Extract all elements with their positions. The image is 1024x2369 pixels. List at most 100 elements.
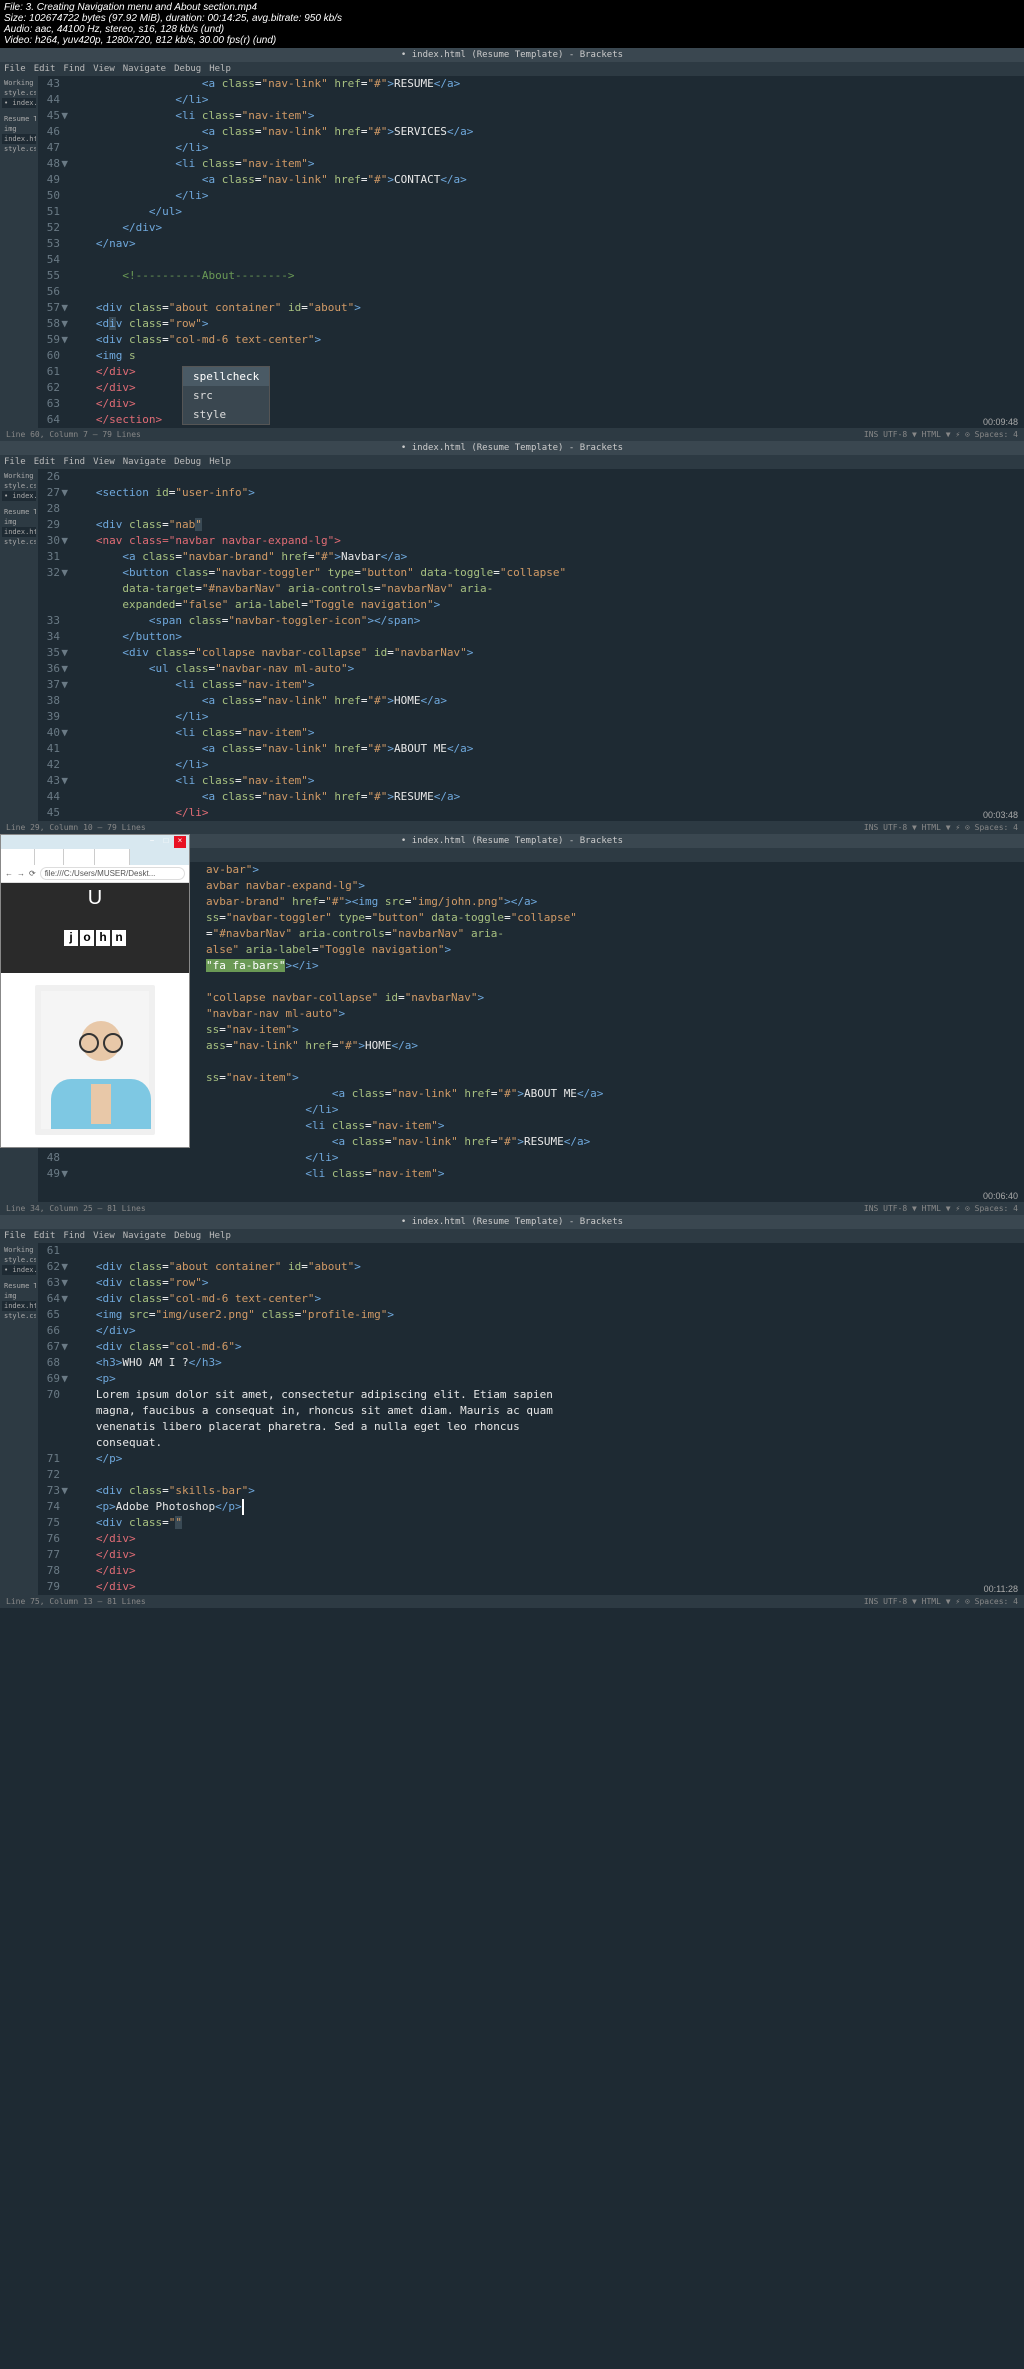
url-input[interactable]: file:///C:/Users/MUSER/Deskt...: [40, 867, 185, 880]
status-right[interactable]: INS UTF-8 ▼ HTML ▼ ⚡ ⊙ Spaces: 4: [864, 823, 1018, 832]
sidebar-pitem[interactable]: index.html: [2, 1301, 36, 1311]
menu-view[interactable]: View: [93, 457, 115, 467]
mediainfo-audio: Audio: aac, 44100 Hz, stereo, s16, 128 k…: [4, 24, 1020, 35]
menu-debug[interactable]: Debug: [174, 1231, 201, 1241]
menu-debug[interactable]: Debug: [174, 457, 201, 467]
sidebar-pitem[interactable]: img: [2, 124, 36, 134]
menu-view[interactable]: View: [93, 64, 115, 74]
titlebar: • index.html (Resume Template) - Bracket…: [0, 441, 1024, 455]
sidebar-project[interactable]: Resume Templa: [2, 507, 36, 517]
code-editor[interactable]: av-bar">avbar navbar-expand-lg">avbar-br…: [76, 862, 1024, 1202]
menu-edit[interactable]: Edit: [34, 457, 56, 467]
mediainfo-header: File: 3. Creating Navigation menu and Ab…: [0, 0, 1024, 48]
browser-tab[interactable]: Boot: [35, 849, 64, 865]
browser-titlebar[interactable]: − □ ×: [1, 835, 189, 849]
menu-edit[interactable]: Edit: [34, 1231, 56, 1241]
menubar[interactable]: File Edit Find View Navigate Debug Help: [0, 455, 1024, 469]
mediainfo-file: File: 3. Creating Navigation menu and Ab…: [4, 2, 1020, 13]
sidebar-header: Working Files: [2, 471, 36, 481]
sidebar-pitem[interactable]: img: [2, 517, 36, 527]
editor-panel-1: • index.html (Resume Template) - Bracket…: [0, 48, 1024, 441]
menu-edit[interactable]: Edit: [34, 64, 56, 74]
browser-tab[interactable]: React: [1, 849, 35, 865]
browser-viewport: U john: [1, 883, 189, 1147]
forward-icon[interactable]: →: [17, 869, 25, 878]
menu-find[interactable]: Find: [63, 457, 85, 467]
john-logo: john: [1, 930, 189, 946]
sidebar-project[interactable]: Resume Templa: [2, 1281, 36, 1291]
gutter: 434445▼464748▼495051525354555657▼58▼59▼6…: [38, 76, 76, 428]
sidebar[interactable]: Working Files style.css • index.html Res…: [0, 1243, 38, 1595]
gutter: 2627▼282930▼3132▼333435▼36▼37▼383940▼414…: [38, 469, 76, 821]
browser-tab[interactable]: John: [64, 849, 94, 865]
autocomplete-popup[interactable]: spellcheck src style: [182, 366, 270, 425]
sidebar-pitem[interactable]: img: [2, 1291, 36, 1301]
reload-icon[interactable]: ⟳: [29, 869, 36, 878]
menu-file[interactable]: File: [4, 457, 26, 467]
browser-window[interactable]: − □ × React Boot John Lorem ← → ⟳ file:/…: [0, 834, 190, 1148]
maximize-icon[interactable]: □: [160, 836, 172, 848]
menu-help[interactable]: Help: [209, 1231, 231, 1241]
statusbar: Line 29, Column 10 — 79 Lines INS UTF-8 …: [0, 821, 1024, 834]
video-timestamp: 00:11:28: [984, 1584, 1018, 1594]
editor-panel-3: • index.html (Resume Template) - Bracket…: [0, 834, 1024, 1215]
menu-find[interactable]: Find: [63, 64, 85, 74]
minimize-icon[interactable]: −: [146, 836, 158, 848]
menu-debug[interactable]: Debug: [174, 64, 201, 74]
sidebar[interactable]: Working Files style.css • index.html Res…: [0, 469, 38, 821]
back-icon[interactable]: ←: [5, 869, 13, 878]
video-timestamp: 00:09:48: [983, 417, 1018, 427]
logo-u: U: [1, 883, 189, 910]
hero-section: U john: [1, 883, 189, 973]
code-editor[interactable]: <section id="user-info"> <div class="nab…: [76, 469, 1024, 821]
sidebar-file[interactable]: style.css: [2, 88, 36, 98]
menu-navigate[interactable]: Navigate: [123, 457, 166, 467]
browser-urlbar[interactable]: ← → ⟳ file:///C:/Users/MUSER/Deskt...: [1, 865, 189, 883]
mediainfo-video: Video: h264, yuv420p, 1280x720, 812 kb/s…: [4, 35, 1020, 46]
editor-panel-2: • index.html (Resume Template) - Bracket…: [0, 441, 1024, 834]
sidebar-pitem[interactable]: style.css: [2, 1311, 36, 1321]
sidebar-file[interactable]: style.css: [2, 1255, 36, 1265]
sidebar-project[interactable]: Resume Templa: [2, 114, 36, 124]
sidebar-pitem[interactable]: index.html: [2, 527, 36, 537]
menubar[interactable]: File Edit Find View Navigate Debug Help: [0, 1229, 1024, 1243]
browser-tab[interactable]: Lorem: [95, 849, 131, 865]
menu-find[interactable]: Find: [63, 1231, 85, 1241]
status-right[interactable]: INS UTF-8 ▼ HTML ▼ ⚡ ⊙ Spaces: 4: [864, 1204, 1018, 1213]
autocomplete-item[interactable]: style: [183, 405, 269, 424]
sidebar-file[interactable]: • index.html: [2, 491, 36, 501]
menu-navigate[interactable]: Navigate: [123, 64, 166, 74]
sidebar-pitem[interactable]: index.html: [2, 134, 36, 144]
menu-file[interactable]: File: [4, 64, 26, 74]
status-left: Line 75, Column 13 — 81 Lines: [6, 1597, 146, 1606]
editor-panel-4: • index.html (Resume Template) - Bracket…: [0, 1215, 1024, 1608]
status-left: Line 29, Column 10 — 79 Lines: [6, 823, 146, 832]
statusbar: Line 75, Column 13 — 81 Lines INS UTF-8 …: [0, 1595, 1024, 1608]
sidebar-pitem[interactable]: style.css: [2, 537, 36, 547]
autocomplete-item[interactable]: spellcheck: [183, 367, 269, 386]
titlebar: • index.html (Resume Template) - Bracket…: [0, 48, 1024, 62]
menu-help[interactable]: Help: [209, 64, 231, 74]
menu-view[interactable]: View: [93, 1231, 115, 1241]
autocomplete-item[interactable]: src: [183, 386, 269, 405]
statusbar: Line 60, Column 7 — 79 Lines INS UTF-8 ▼…: [0, 428, 1024, 441]
titlebar: • index.html (Resume Template) - Bracket…: [0, 1215, 1024, 1229]
status-right[interactable]: INS UTF-8 ▼ HTML ▼ ⚡ ⊙ Spaces: 4: [864, 430, 1018, 439]
menubar[interactable]: File Edit Find View Navigate Debug Help: [0, 62, 1024, 76]
sidebar[interactable]: Working Files style.css • index.html Res…: [0, 76, 38, 428]
sidebar-file[interactable]: style.css: [2, 481, 36, 491]
menu-help[interactable]: Help: [209, 457, 231, 467]
status-right[interactable]: INS UTF-8 ▼ HTML ▼ ⚡ ⊙ Spaces: 4: [864, 1597, 1018, 1606]
mediainfo-size: Size: 102674722 bytes (97.92 MiB), durat…: [4, 13, 1020, 24]
sidebar-header: Working Files: [2, 78, 36, 88]
sidebar-file[interactable]: • index.html: [2, 1265, 36, 1275]
close-icon[interactable]: ×: [174, 836, 186, 848]
video-timestamp: 00:03:48: [983, 810, 1018, 820]
menu-navigate[interactable]: Navigate: [123, 1231, 166, 1241]
sidebar-pitem[interactable]: style.css: [2, 144, 36, 154]
browser-tabs[interactable]: React Boot John Lorem: [1, 849, 189, 865]
menu-file[interactable]: File: [4, 1231, 26, 1241]
code-editor[interactable]: <div class="about container" id="about">…: [76, 1243, 1024, 1595]
video-timestamp: 00:06:40: [983, 1191, 1018, 1201]
sidebar-file[interactable]: • index.html: [2, 98, 36, 108]
